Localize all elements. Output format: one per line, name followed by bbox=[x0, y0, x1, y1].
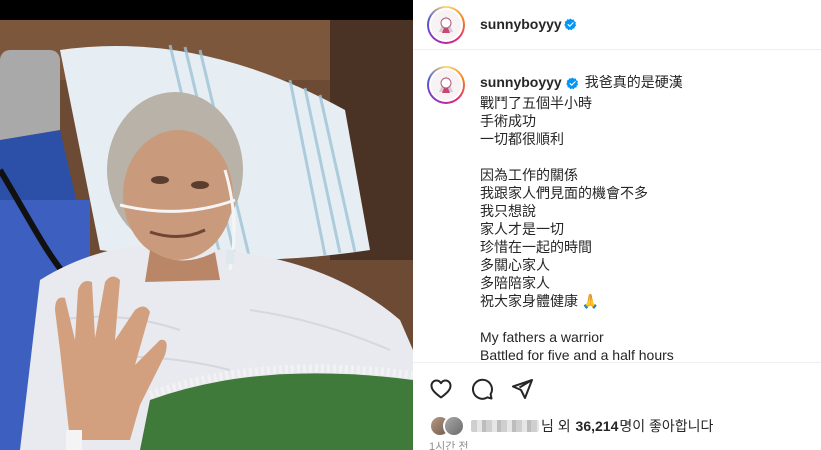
likes-summary[interactable]: 님 외 36,214 명이 좋아합니다 bbox=[429, 415, 713, 437]
photo-top-bar bbox=[0, 0, 413, 20]
post-photo[interactable] bbox=[0, 20, 413, 450]
caption-line: Battled for five and a half hours bbox=[480, 347, 674, 362]
post-header: sunnyboyyy bbox=[413, 0, 821, 50]
caption-line bbox=[480, 148, 674, 166]
action-bar bbox=[413, 362, 821, 412]
post-timestamp: 1시간 전 bbox=[429, 441, 469, 450]
caption-line: 手術成功 bbox=[480, 113, 536, 129]
caption-body: 戰鬥了五個半小時 手術成功一切都很順利 因為工作的關係我跟家人們見面的機會不多 我只想… bbox=[480, 94, 674, 362]
heart-icon[interactable] bbox=[429, 377, 453, 401]
blurred-liker-name bbox=[471, 420, 539, 432]
caption-line: 祝大家身體健康 🙏 bbox=[480, 293, 600, 309]
likes-name-suffix: 님 외 bbox=[541, 418, 571, 434]
avatar-illustration-icon bbox=[431, 10, 461, 40]
caption-line: 我只想說 bbox=[480, 203, 536, 219]
post-photo-panel[interactable] bbox=[0, 0, 413, 450]
liker-avatar bbox=[443, 415, 465, 437]
post-side-panel: sunnyboyyy sunnyboyyy 我爸真的是硬漢 戰鬥了五個半小時手術… bbox=[413, 0, 821, 450]
caption-line: 多陪陪家人 bbox=[480, 275, 550, 291]
comment-icon[interactable] bbox=[470, 377, 494, 401]
caption-area: sunnyboyyy 我爸真的是硬漢 戰鬥了五個半小時 手術成功一切都很順利 因為工… bbox=[413, 50, 821, 362]
caption-line: My fathers a warrior bbox=[480, 329, 604, 345]
caption-avatar[interactable] bbox=[427, 66, 465, 104]
caption-line bbox=[480, 310, 674, 328]
likes-count[interactable]: 36,214 bbox=[576, 418, 619, 434]
caption-line: 一切都很順利 bbox=[480, 131, 564, 147]
caption-line: 我跟家人們見面的機會不多 bbox=[480, 185, 648, 201]
caption-line: 因為工作的關係 bbox=[480, 167, 578, 183]
caption-text: 我爸真的是硬漢 bbox=[584, 74, 683, 90]
caption-username[interactable]: sunnyboyyy bbox=[480, 74, 562, 90]
profile-avatar[interactable] bbox=[427, 6, 465, 44]
header-username[interactable]: sunnyboyyy bbox=[480, 16, 562, 32]
caption-first-line: sunnyboyyy 我爸真的是硬漢 bbox=[480, 72, 683, 92]
share-icon[interactable] bbox=[510, 377, 534, 401]
liker-avatars bbox=[429, 415, 465, 437]
likes-suffix: 명이 좋아합니다 bbox=[619, 418, 714, 434]
verified-badge-icon bbox=[565, 77, 578, 89]
caption-line: 家人才是一切 bbox=[480, 221, 564, 237]
verified-badge-icon bbox=[564, 18, 577, 31]
caption-line: 戰鬥了五個半小時 bbox=[480, 95, 592, 111]
caption-line: 珍惜在一起的時間 bbox=[480, 239, 592, 255]
caption-line: 多關心家人 bbox=[480, 257, 550, 273]
avatar-illustration-icon bbox=[431, 70, 461, 100]
